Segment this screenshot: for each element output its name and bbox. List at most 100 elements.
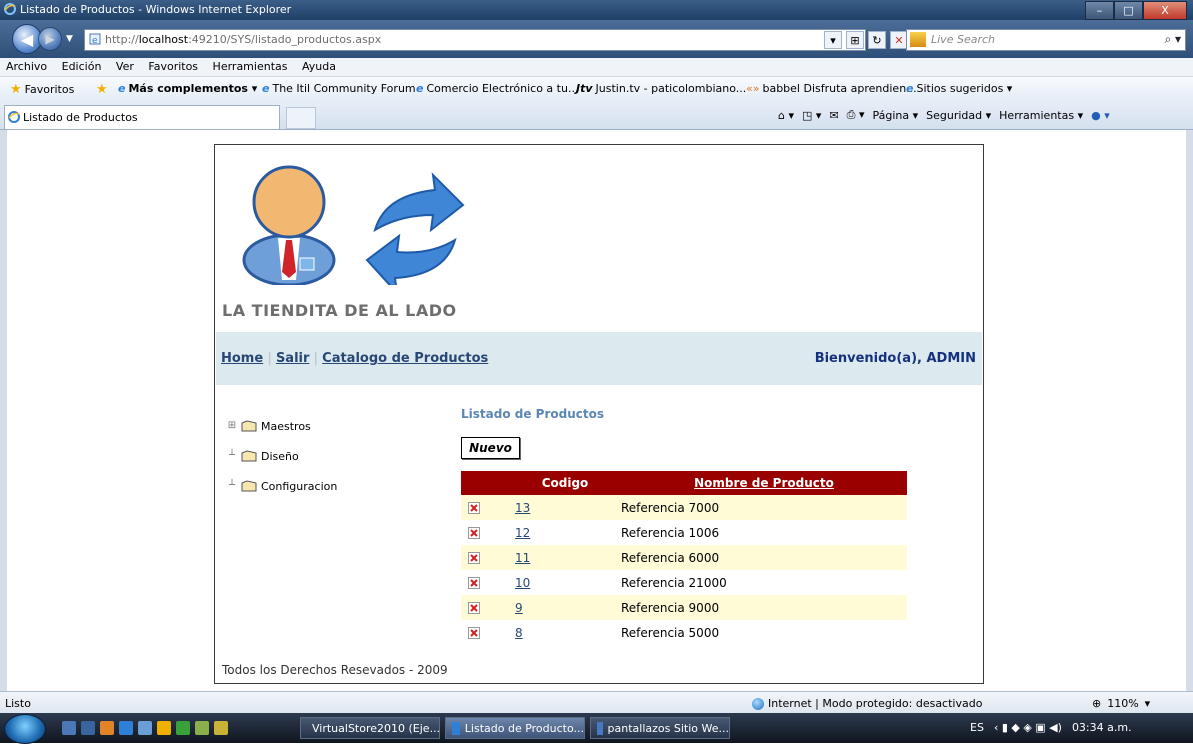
fav-link-babbel[interactable]: «» babbel Disfruta aprendien... bbox=[746, 82, 917, 95]
refresh-icon[interactable]: ↻ bbox=[868, 31, 886, 49]
new-tab-button[interactable] bbox=[286, 107, 316, 129]
help-icon[interactable]: ● ▾ bbox=[1091, 109, 1110, 122]
show-desktop-icon[interactable] bbox=[62, 721, 76, 735]
site-name: LA TIENDITA DE AL LADO bbox=[222, 301, 457, 320]
media-player-icon[interactable] bbox=[100, 721, 114, 735]
fav-link-comercio[interactable]: e Comercio Electrónico a tu... bbox=[416, 82, 578, 95]
menu-ver[interactable]: Ver bbox=[110, 58, 139, 73]
delete-icon[interactable] bbox=[468, 552, 480, 564]
table-header-row: Codigo Nombre de Producto bbox=[461, 471, 907, 495]
search-icon[interactable]: ⌕ ▾ bbox=[1164, 32, 1181, 47]
tree-node-diseno[interactable]: ┴ Diseño bbox=[227, 441, 337, 471]
product-name-cell: Referencia 21000 bbox=[621, 570, 907, 595]
products-table: Codigo Nombre de Producto 13 Referencia 7… bbox=[461, 471, 907, 645]
menu-favoritos[interactable]: Favoritos bbox=[142, 58, 203, 73]
ie-page-icon: e bbox=[906, 82, 914, 95]
app-icon[interactable] bbox=[138, 721, 152, 735]
delete-icon[interactable] bbox=[468, 627, 480, 639]
salir-link[interactable]: Salir bbox=[276, 351, 309, 366]
delete-cell bbox=[461, 595, 509, 620]
security-menu[interactable]: Seguridad ▾ bbox=[926, 109, 991, 122]
product-code-link[interactable]: 12 bbox=[515, 526, 530, 540]
window-title: Listado de Productos - Windows Internet … bbox=[20, 3, 292, 16]
list-title: Listado de Productos bbox=[461, 407, 604, 421]
delete-icon[interactable] bbox=[468, 502, 480, 514]
menu-ayuda[interactable]: Ayuda bbox=[296, 58, 341, 73]
menu-archivo[interactable]: Archivo bbox=[0, 58, 52, 73]
close-button[interactable]: X bbox=[1143, 1, 1187, 20]
task-pantallazos[interactable]: pantallazos Sitio We... bbox=[590, 717, 730, 739]
menu-herramientas[interactable]: Herramientas bbox=[207, 58, 293, 73]
delete-icon[interactable] bbox=[468, 602, 480, 614]
nombre-header[interactable]: Nombre de Producto bbox=[621, 471, 907, 495]
new-product-button[interactable]: Nuevo bbox=[461, 437, 520, 459]
url-text[interactable]: http://localhost:49210/SYS/listado_produ… bbox=[105, 33, 381, 46]
web-page: LA TIENDITA DE AL LADO Home | Salir | Catalo… bbox=[214, 144, 984, 684]
product-code-link[interactable]: 11 bbox=[515, 551, 530, 565]
forward-button[interactable]: ▶ bbox=[38, 27, 62, 51]
search-placeholder: Live Search bbox=[931, 33, 995, 46]
tab-bar: Listado de Productos ⌂ ▾ ◳ ▾ ✉ ⎙ ▾ Págin… bbox=[0, 101, 1193, 130]
search-field[interactable]: Live Search ⌕ ▾ bbox=[906, 29, 1186, 51]
delete-cell bbox=[461, 620, 509, 645]
star-icon: ★ bbox=[10, 82, 22, 97]
tab-listado-productos[interactable]: Listado de Productos bbox=[4, 105, 280, 129]
recent-pages-dropdown[interactable]: ▼ bbox=[66, 34, 73, 44]
menu-edicion[interactable]: Edición bbox=[56, 58, 107, 73]
fav-link-justin[interactable]: Jtv Justin.tv - paticolombiano... bbox=[576, 82, 746, 95]
maximize-button[interactable]: □ bbox=[1114, 1, 1143, 20]
nav-separator: | bbox=[267, 351, 272, 366]
folder-icon bbox=[241, 480, 257, 492]
home-link[interactable]: Home bbox=[221, 351, 263, 366]
more-addons-link[interactable]: e Más complementos ▾ bbox=[118, 82, 257, 95]
zoom-control[interactable]: ⊕ 110% ▾ bbox=[1092, 697, 1150, 710]
catalogo-link[interactable]: Catalogo de Productos bbox=[322, 351, 488, 366]
address-bar[interactable]: e http://localhost:49210/SYS/listado_pro… bbox=[84, 29, 866, 51]
delete-icon[interactable] bbox=[468, 527, 480, 539]
tree-node-maestros[interactable]: ⊞ Maestros bbox=[227, 411, 337, 441]
tree-node-configuracion[interactable]: ┴ Configuracion bbox=[227, 471, 337, 501]
add-favorite-button[interactable]: ★ bbox=[96, 82, 108, 97]
print-icon[interactable]: ⎙ ▾ bbox=[847, 108, 865, 122]
favorites-button[interactable]: ★ Favoritos bbox=[10, 82, 74, 97]
word-icon bbox=[597, 721, 603, 735]
windows-taskbar: VirtualStore2010 (Eje... Listado de Prod… bbox=[0, 713, 1193, 744]
tools-menu[interactable]: Herramientas ▾ bbox=[999, 109, 1083, 122]
task-listado[interactable]: Listado de Producto... bbox=[445, 717, 585, 739]
tray-icons[interactable]: ‹ ▮ ◆ ◈ ▣ ◀) bbox=[994, 721, 1062, 734]
ie-quicklaunch-icon[interactable] bbox=[119, 721, 133, 735]
security-zone[interactable]: Internet | Modo protegido: desactivado bbox=[752, 697, 982, 710]
start-button[interactable] bbox=[4, 714, 46, 744]
compatibility-icon[interactable]: ⊞ bbox=[846, 31, 864, 49]
app-icon[interactable] bbox=[176, 721, 190, 735]
table-row: 12 Referencia 1006 bbox=[461, 520, 907, 545]
home-icon[interactable]: ⌂ ▾ bbox=[778, 109, 794, 122]
babbel-icon: «» bbox=[746, 82, 760, 95]
product-code-link[interactable]: 8 bbox=[515, 626, 523, 640]
product-code-link[interactable]: 10 bbox=[515, 576, 530, 590]
code-cell: 10 bbox=[509, 570, 621, 595]
minimize-button[interactable]: – bbox=[1085, 1, 1114, 20]
task-virtualstore[interactable]: VirtualStore2010 (Eje... bbox=[300, 717, 440, 739]
add-star-icon: ★ bbox=[96, 82, 108, 97]
switch-windows-icon[interactable] bbox=[81, 721, 95, 735]
person-logo-icon bbox=[242, 165, 336, 285]
product-code-link[interactable]: 13 bbox=[515, 501, 530, 515]
feeds-icon[interactable]: ◳ ▾ bbox=[802, 109, 821, 122]
app-icon[interactable] bbox=[195, 721, 209, 735]
delete-cell bbox=[461, 520, 509, 545]
fav-suggested-sites[interactable]: e Sitios sugeridos ▾ bbox=[906, 82, 1012, 95]
delete-icon[interactable] bbox=[468, 577, 480, 589]
justin-icon: Jtv bbox=[576, 82, 593, 95]
address-dropdown-icon[interactable]: ▾ bbox=[824, 31, 842, 49]
mail-icon[interactable]: ✉ bbox=[829, 109, 838, 122]
clock[interactable]: 03:34 a.m. bbox=[1072, 721, 1132, 734]
page-menu[interactable]: Página ▾ bbox=[872, 109, 918, 122]
app-icon[interactable] bbox=[157, 721, 171, 735]
delete-cell bbox=[461, 495, 509, 520]
fav-link-itil[interactable]: e The Itil Community Forum bbox=[262, 82, 416, 95]
product-code-link[interactable]: 9 bbox=[515, 601, 523, 615]
expand-icon[interactable]: ⊞ bbox=[227, 421, 237, 431]
language-indicator[interactable]: ES bbox=[970, 721, 984, 734]
app-icon[interactable] bbox=[214, 721, 228, 735]
